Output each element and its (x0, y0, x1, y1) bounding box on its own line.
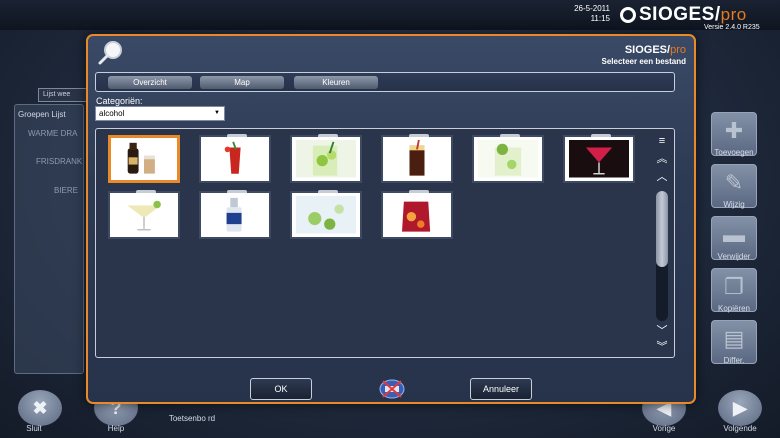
thumbnail-tab (591, 134, 611, 137)
tabs-bar: Overzicht Map Kleuren (95, 72, 675, 92)
thumbnail-tab (318, 190, 338, 193)
gallery-scrollbar[interactable]: ≡ ︽ ︿ ﹀ ︾ (654, 135, 670, 353)
app-logo: SIOGES/pro (620, 4, 747, 26)
logo-pro-text: pro (720, 5, 747, 24)
document-icon: ▤ (723, 326, 745, 351)
chevron-down-icon[interactable]: ﹀ (654, 325, 670, 337)
chevron-down-icon: ▼ (214, 110, 220, 116)
category-label: Categoriën: (96, 96, 143, 106)
category-select[interactable]: alcohol ▼ (95, 106, 225, 121)
thumbnail-bloody-mary[interactable] (199, 134, 271, 183)
next-button[interactable]: ▶ (718, 390, 762, 426)
margarita-image (114, 196, 174, 234)
differ-label: Differ. (723, 356, 745, 365)
cream-liqueur-image (115, 141, 173, 178)
dialog-subtitle: Selecteer een bestand (601, 57, 686, 66)
scroll-thumb[interactable] (656, 191, 668, 267)
delete-label: Verwijder (717, 252, 751, 261)
groups-heading: Groepen Lijst (18, 110, 66, 119)
close-label: Sluit (26, 424, 42, 433)
background-tab[interactable]: Lijst wee (38, 88, 88, 102)
edit-label: Wijzig (723, 200, 745, 209)
tab-overview[interactable]: Overzicht (108, 76, 192, 89)
magnifier-icon (98, 41, 122, 65)
image-gallery: ≡ ︽ ︿ ﹀ ︾ (95, 128, 675, 358)
thumbnail-tab (409, 134, 429, 137)
help-label: Help (107, 424, 125, 433)
previous-label: Vorige (652, 424, 676, 433)
minus-icon: ▬ (723, 222, 745, 247)
thumbnail-caipirinha[interactable] (290, 190, 362, 239)
logo-text: SIOGES/ (639, 4, 721, 25)
thumbnail-red-martini[interactable] (563, 134, 635, 183)
logo-mark-icon (620, 7, 636, 23)
time-label: 11:15 (590, 14, 610, 23)
tab-colors[interactable]: Kleuren (294, 76, 378, 89)
groups-panel (14, 104, 84, 374)
thumbnail-cream-liqueur[interactable] (108, 135, 180, 183)
thumbnail-tab (500, 134, 520, 137)
version-label: Versie 2.4.0 R235 (704, 24, 760, 31)
dialog-logo-text: SIOGES/ (624, 44, 671, 56)
scroll-track[interactable] (656, 191, 668, 321)
group-row[interactable]: FRISDRANK (36, 157, 82, 166)
dialog-logo: SIOGES/pro (625, 44, 686, 56)
pencil-icon: ✎ (724, 170, 744, 195)
group-row[interactable]: WARME DRA (28, 129, 77, 138)
thumbnail-tab (318, 134, 338, 137)
cancel-button[interactable]: Annuleer (470, 378, 532, 400)
double-chevron-up-icon[interactable]: ︽ (654, 153, 670, 165)
date-label: 26-5-2011 (574, 4, 610, 13)
thumbnail-tab (227, 190, 247, 193)
arrow-right-icon: ▶ (733, 398, 747, 418)
mojito-image (296, 140, 356, 178)
tab-map[interactable]: Map (200, 76, 284, 89)
red-martini-image (569, 140, 629, 178)
thumbnail-cola-drink[interactable] (381, 134, 453, 183)
copy-icon: ❐ (724, 274, 744, 299)
thumbnail-lime-cocktail[interactable] (472, 134, 544, 183)
category-value: alcohol (99, 109, 125, 118)
close-button[interactable]: ✖ (18, 390, 62, 426)
group-row[interactable]: BIERE (54, 186, 78, 195)
keyboard-toggle-icon[interactable] (378, 377, 406, 401)
bloody-mary-image (205, 140, 265, 178)
cola-drink-image (387, 140, 447, 178)
thumbnail-sangria[interactable] (381, 190, 453, 239)
ok-button[interactable]: OK (250, 378, 312, 400)
datetime: 26-5-2011 11:15 (548, 4, 610, 24)
vodka-bottle-image (205, 196, 265, 234)
add-label: Toevoegen (714, 148, 754, 157)
thumbnail-mojito[interactable] (290, 134, 362, 183)
thumbnail-vodka-bottle[interactable] (199, 190, 271, 239)
dialog-logo-pro: pro (670, 44, 686, 56)
double-chevron-down-icon[interactable]: ︾ (654, 341, 670, 353)
caipirinha-image (296, 196, 356, 234)
copy-label: Kopiëren (717, 304, 751, 313)
keyboard-label[interactable]: Toetsenbo rd (162, 414, 222, 423)
sangria-image (387, 196, 447, 234)
thumbnail-tab (227, 134, 247, 137)
list-icon[interactable]: ≡ (654, 135, 670, 147)
thumbnail-tab (409, 190, 429, 193)
close-icon: ✖ (32, 398, 48, 418)
thumbnail-margarita[interactable] (108, 190, 180, 239)
plus-icon: ✚ (724, 118, 744, 143)
next-label: Volgende (723, 424, 757, 433)
thumbnail-tab (136, 190, 156, 193)
file-select-dialog: SIOGES/pro Selecteer een bestand Overzic… (86, 34, 696, 404)
chevron-up-icon[interactable]: ︿ (654, 171, 670, 183)
lime-cocktail-image (478, 140, 538, 178)
